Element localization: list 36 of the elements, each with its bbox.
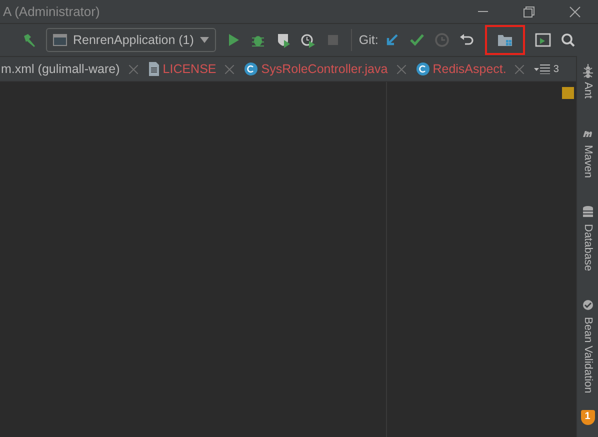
tool-window-tab[interactable]: Bean Validation xyxy=(579,294,596,397)
git-label: Git: xyxy=(358,32,378,49)
search-icon xyxy=(560,32,576,48)
window-icon xyxy=(53,34,67,46)
checkmark-icon xyxy=(409,32,426,48)
caret-icon xyxy=(200,37,209,43)
close-icon xyxy=(515,64,524,74)
clock-icon xyxy=(434,32,450,48)
close-icon xyxy=(396,64,406,74)
check-icon xyxy=(582,298,594,313)
class-icon xyxy=(244,62,258,76)
close-icon xyxy=(567,4,583,20)
folder-icon xyxy=(497,32,514,48)
project-structure-button[interactable] xyxy=(487,27,524,53)
undo-icon xyxy=(459,32,476,48)
stopwatch-icon xyxy=(300,32,316,48)
warning-marker xyxy=(562,86,574,99)
file-icon xyxy=(148,62,160,76)
database-icon xyxy=(582,206,594,220)
arrow-icon xyxy=(384,32,400,48)
close-icon xyxy=(128,64,138,74)
tab-overflow-button[interactable]: 3 xyxy=(529,57,564,81)
tool-window-tab[interactable]: Ant xyxy=(579,60,596,103)
tool-window-tab[interactable]: Maven xyxy=(579,122,596,182)
tool-window-tab[interactable]: Database xyxy=(579,202,596,275)
minimize-icon xyxy=(478,11,488,12)
run-configuration-dropdown[interactable]: RenrenApplication (1) xyxy=(46,28,216,52)
ant-icon xyxy=(582,64,594,78)
window-title: A (Administrator) xyxy=(2,2,100,21)
hammer-icon xyxy=(21,32,37,48)
terminal-icon xyxy=(535,32,552,48)
editor-tab[interactable]: m.xml (gulimall-ware) xyxy=(0,57,143,81)
class-icon xyxy=(416,62,430,76)
restore-icon xyxy=(521,4,537,20)
list-icon xyxy=(534,64,550,74)
close-icon xyxy=(225,64,234,74)
